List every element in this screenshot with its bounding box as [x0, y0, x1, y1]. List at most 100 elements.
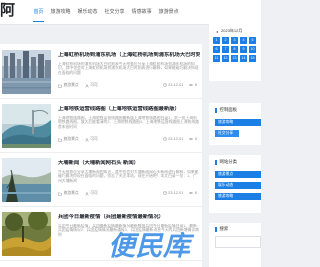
user-icon [85, 83, 89, 88]
article-title[interactable]: 上海地铁运营线路图（上海地铁运营线路图最新版） [58, 106, 200, 113]
category-widget: 网站分类 旅游景点 娱乐动态 旅游攻略 [209, 155, 261, 213]
nav-item-social[interactable]: 社交分享 [101, 0, 128, 24]
article-view-count: 8 [194, 83, 197, 87]
article-author: 可可 [85, 191, 98, 196]
calendar-day[interactable]: 10 [249, 46, 256, 53]
search-input[interactable] [215, 236, 261, 248]
search-widget: 搜索 [209, 223, 261, 267]
article-category-label: 旅游景点 [63, 191, 79, 195]
tags-widget: 控制面板 旅游攻略 社交分享 [209, 103, 261, 145]
article-date-text: 23-12-01 [168, 137, 184, 141]
search-widget-title: 搜索 [215, 226, 228, 232]
nav-item-attractions[interactable]: 旅游景点 [155, 0, 182, 24]
article-views: 6 [189, 191, 197, 195]
article-meta: 旅游景点 可可 23-12-01 6 [58, 191, 199, 198]
article-category-label: 旅游景点 [63, 83, 79, 87]
article-author-name: 可可 [90, 83, 98, 87]
clock-icon [162, 191, 167, 195]
tags-widget-title-text: 控制面板 [219, 107, 238, 112]
article-date: 23-12-01 [162, 191, 184, 195]
article-item[interactable]: 上海虹桥机场到浦东机场（上海虹桥机场到浦东机场大巴时刻表） 上海虹桥机场到浦东机… [0, 46, 202, 99]
article-category[interactable]: 旅游景点 [58, 137, 79, 142]
site-header: 阿 首页 旅游攻略 娱乐动态 社交分享 情感故事 旅游景点 [0, 0, 261, 25]
nav-item-travel-guide[interactable]: 旅游攻略 [47, 0, 74, 24]
article-item[interactable]: 上海地铁运营线路图（上海地铁运营线路图最新版） 上海地铁线路图，上海地铁运营线路… [0, 100, 202, 153]
tags-widget-title: 控制面板 [215, 107, 237, 113]
calendar-title: 2023年12月 [221, 28, 243, 33]
article-category-label: 旅游景点 [63, 137, 79, 141]
calendar-day[interactable]: 15 [249, 55, 256, 62]
article-author-name: 可可 [90, 191, 98, 195]
calendar-day[interactable]: 13 [231, 55, 238, 62]
clock-icon [162, 83, 167, 87]
title-accent-bar [215, 107, 217, 113]
calendar-day[interactable]: 12 [222, 55, 229, 62]
calendar-day[interactable]: 1 [213, 37, 220, 44]
eye-icon [189, 84, 194, 86]
article-excerpt: 上海虹桥机场到浦东机场大巴时刻表今天给各位分享上海虹桥机场到浦东机场的知识，其中… [58, 62, 199, 75]
calendar-widget: ◂ 2023年12月 1 2 3 4 5 6 7 8 9 10 11 12 13… [209, 24, 261, 81]
watermark: 便民库 [108, 229, 191, 263]
site-logo[interactable]: 阿 [0, 0, 15, 24]
search-widget-title-text: 搜索 [219, 226, 229, 231]
article-views: 6 [189, 137, 197, 141]
calendar-prev-icon[interactable]: ◂ [216, 29, 218, 34]
eye-icon [189, 138, 194, 140]
calendar-day[interactable]: 9 [240, 46, 247, 53]
calendar-header: ◂ 2023年12月 [209, 27, 261, 35]
calendar-grid: 1 2 3 4 5 6 7 8 9 10 11 12 13 14 15 [213, 37, 261, 62]
watermark-text: 便民库 [108, 231, 191, 261]
calendar-day[interactable]: 8 [231, 46, 238, 53]
article-excerpt: 上海地铁线路图，上海地铁运营线路图最新版上海地铁线路图目录1、求一张上海市地铁路… [58, 116, 199, 129]
nav-item-stories[interactable]: 情感故事 [128, 0, 155, 24]
category-widget-title: 网站分类 [215, 159, 237, 165]
article-excerpt: 今天给各位分享大埔新闻的知识，其中也会对大埔新闻网石头新闻进行解释，如果能碰巧解… [58, 170, 199, 183]
category-link[interactable]: 旅游景点 [215, 171, 261, 178]
article-views: 8 [189, 83, 197, 87]
calendar-day[interactable]: 11 [213, 55, 220, 62]
article-view-count: 6 [194, 137, 197, 141]
calendar-day[interactable]: 14 [240, 55, 247, 62]
article-author: 可可 [85, 137, 98, 142]
calendar-day[interactable]: 5 [249, 37, 256, 44]
article-author: 可可 [85, 83, 98, 88]
article-thumbnail[interactable] [2, 50, 51, 94]
title-accent-bar [215, 226, 217, 232]
article-date-text: 23-12-01 [168, 83, 184, 87]
nav-item-home[interactable]: 首页 [30, 0, 47, 24]
user-icon [85, 191, 89, 196]
calendar-day[interactable]: 3 [231, 37, 238, 44]
article-category[interactable]: 旅游景点 [58, 191, 79, 196]
calendar-day[interactable]: 7 [222, 46, 229, 53]
folder-icon [58, 84, 62, 88]
calendar-day[interactable]: 4 [240, 37, 247, 44]
title-accent-bar [215, 159, 217, 165]
article-thumbnail[interactable] [2, 212, 51, 256]
tag-link[interactable]: 社交分享 [215, 130, 239, 137]
article-date: 23-12-01 [162, 137, 184, 141]
article-category[interactable]: 旅游景点 [58, 83, 79, 88]
folder-icon [58, 192, 62, 196]
category-widget-title-text: 网站分类 [219, 159, 238, 164]
article-date-text: 23-12-01 [168, 191, 184, 195]
nav-item-entertainment[interactable]: 娱乐动态 [74, 0, 101, 24]
category-link[interactable]: 娱乐动态 [215, 182, 261, 189]
article-view-count: 6 [194, 191, 197, 195]
article-meta: 旅游景点 可可 23-12-01 6 [58, 137, 199, 144]
article-title[interactable]: 上海虹桥机场到浦东机场（上海虹桥机场到浦东机场大巴时刻表） [58, 52, 200, 59]
article-title[interactable]: 兵团今日最新疫情（兵团最新疫情最新情况） [58, 214, 200, 221]
tag-link[interactable]: 旅游攻略 [215, 119, 261, 126]
article-thumbnail[interactable] [2, 158, 51, 202]
article-title[interactable]: 大埔新闻（大埔新闻网石头 新闻） [58, 160, 200, 167]
main-nav: 首页 旅游攻略 娱乐动态 社交分享 情感故事 旅游景点 [30, 0, 182, 24]
category-link[interactable]: 旅游攻略 [215, 193, 261, 200]
article-item[interactable]: 大埔新闻（大埔新闻网石头 新闻） 今天给各位分享大埔新闻的知识，其中也会对大埔新… [0, 154, 202, 207]
article-author-name: 可可 [90, 137, 98, 141]
article-thumbnail[interactable] [2, 104, 51, 148]
calendar-day[interactable]: 6 [213, 46, 220, 53]
article-meta: 旅游景点 可可 23-12-01 8 [58, 83, 199, 90]
eye-icon [189, 192, 194, 194]
folder-icon [58, 138, 62, 142]
calendar-day[interactable]: 2 [222, 37, 229, 44]
clock-icon [162, 137, 167, 141]
